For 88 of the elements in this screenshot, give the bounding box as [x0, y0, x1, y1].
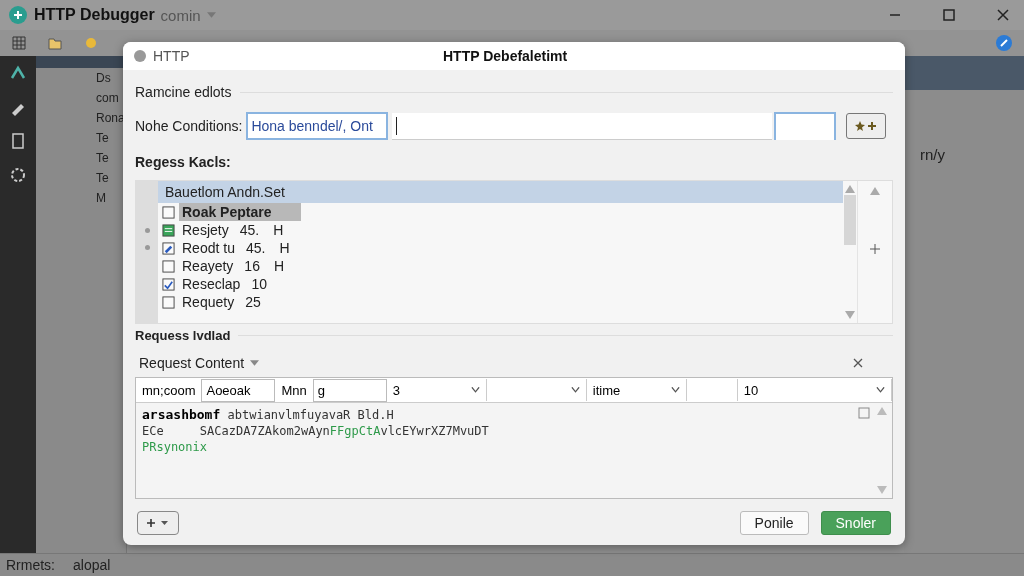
add-button[interactable]	[846, 113, 887, 139]
caret-icon	[570, 387, 580, 393]
scroll-down-icon[interactable]	[845, 311, 855, 319]
app-logo-icon	[8, 5, 28, 25]
add-menu-button[interactable]	[137, 511, 179, 535]
tree-item[interactable]: Ds	[36, 68, 126, 88]
scroll-up-icon[interactable]	[845, 185, 855, 193]
filter-label: mn;coom	[141, 382, 197, 398]
filter-label: Mnn	[280, 382, 308, 398]
tree-item[interactable]: com	[36, 88, 126, 108]
scroll-up-icon[interactable]	[877, 407, 887, 415]
app-subtitle: comin	[160, 6, 201, 24]
conditions-label: Nohe Conditions:	[135, 118, 243, 134]
panel-text: rn/y	[919, 145, 946, 163]
rule-row[interactable]: Roak Peptare	[158, 203, 843, 221]
rule-row[interactable]: Bauetlom Andn.Set	[158, 181, 843, 203]
code-line: arsashbomf abtwianvlmfuyavaR Bld.H	[142, 407, 395, 423]
sheet-icon[interactable]	[162, 223, 175, 237]
rule-value: 45.	[245, 240, 266, 256]
rule-suffix: H	[279, 240, 290, 256]
checkbox[interactable]	[162, 295, 175, 309]
rule-value: 16	[244, 258, 260, 274]
content-tab[interactable]: Request Content	[139, 355, 245, 371]
checkbox[interactable]	[162, 277, 175, 291]
pin-icon[interactable]	[996, 35, 1012, 51]
filter-field[interactable]: g	[312, 378, 387, 402]
tree-item[interactable]: Te	[36, 128, 126, 148]
scroll-up-icon[interactable]	[870, 187, 880, 195]
section-title: Ramcine edlots	[135, 84, 232, 100]
grid-icon[interactable]	[12, 36, 26, 50]
dialog-app-name: HTTP	[153, 48, 190, 64]
caret-icon	[670, 387, 680, 393]
conditions-field[interactable]: Hona benndel/, Ont	[246, 112, 389, 140]
close-icon[interactable]	[853, 358, 863, 368]
rule-value: 10	[251, 276, 267, 292]
status-value: alopal	[73, 557, 111, 573]
close-icon[interactable]	[996, 8, 1010, 22]
scrollbar-thumb[interactable]	[844, 195, 856, 245]
tree-item[interactable]: M	[36, 188, 126, 208]
rule-name: Reseclap	[181, 276, 242, 292]
tree-item[interactable]: Te	[36, 148, 126, 168]
settings-icon[interactable]	[9, 166, 27, 184]
code-line: PRsynonix	[142, 439, 209, 455]
rule-name: Roak Peptare	[179, 203, 302, 221]
rule-value: 45.	[239, 222, 260, 238]
rule-row[interactable]: Reayety 16 H	[158, 257, 843, 275]
rules-label: Regess Kacls:	[135, 154, 232, 170]
tree-item[interactable]: Te	[36, 168, 126, 188]
section-title: Requess lvdlad	[135, 328, 231, 343]
folder-icon[interactable]	[48, 36, 62, 50]
dialog-title: HTTP Debefaletimt	[443, 48, 568, 64]
small-field[interactable]	[774, 112, 837, 140]
rule-name: Bauetlom Andn.Set	[164, 184, 286, 200]
rule-row[interactable]: Requety 25	[158, 293, 843, 311]
caret-icon	[470, 387, 480, 393]
checkbox[interactable]	[162, 259, 175, 273]
rule-suffix: H	[273, 258, 285, 274]
status-label: Rrmets:	[6, 557, 55, 573]
plus-icon[interactable]	[870, 244, 880, 254]
globe-icon	[133, 49, 147, 63]
rule-suffix: H	[273, 222, 284, 238]
checkbox[interactable]	[162, 205, 175, 219]
star-plus-icon	[854, 120, 879, 132]
copy-icon[interactable]	[858, 407, 870, 419]
dialog-button[interactable]: Ponile	[739, 511, 809, 535]
rule-name: Requety	[181, 294, 236, 310]
filter-dropdown[interactable]: 10	[737, 379, 892, 401]
rule-name: Reodt tu	[181, 240, 236, 256]
scroll-down-icon[interactable]	[877, 486, 887, 494]
rule-row[interactable]: Resjety 45. H	[158, 221, 843, 239]
text-field[interactable]	[392, 112, 773, 140]
plus-icon	[147, 518, 169, 528]
rule-value: 25	[245, 294, 261, 310]
caret-icon[interactable]	[206, 12, 216, 18]
rule-name: Reayety	[181, 258, 235, 274]
filter-dropdown[interactable]: 3	[386, 379, 487, 401]
caret-icon[interactable]	[250, 360, 260, 366]
app-title: HTTP Debugger	[34, 6, 155, 24]
maximize-icon[interactable]	[942, 8, 956, 22]
document-icon[interactable]	[9, 132, 27, 150]
filter-field[interactable]: Aoeoak	[201, 378, 276, 402]
edit-icon[interactable]	[162, 241, 175, 255]
rule-row[interactable]: Reodt tu 45. H	[158, 239, 843, 257]
filter-dropdown[interactable]: itime	[586, 379, 687, 401]
code-line: ECe SACazDA7ZAkom2wAynFFgpCtAvlcEYwrXZ7MvuDT	[142, 423, 490, 439]
rule-row[interactable]: Reseclap 10	[158, 275, 843, 293]
caret-icon	[876, 387, 885, 393]
rule-name: Resjety	[181, 222, 230, 238]
